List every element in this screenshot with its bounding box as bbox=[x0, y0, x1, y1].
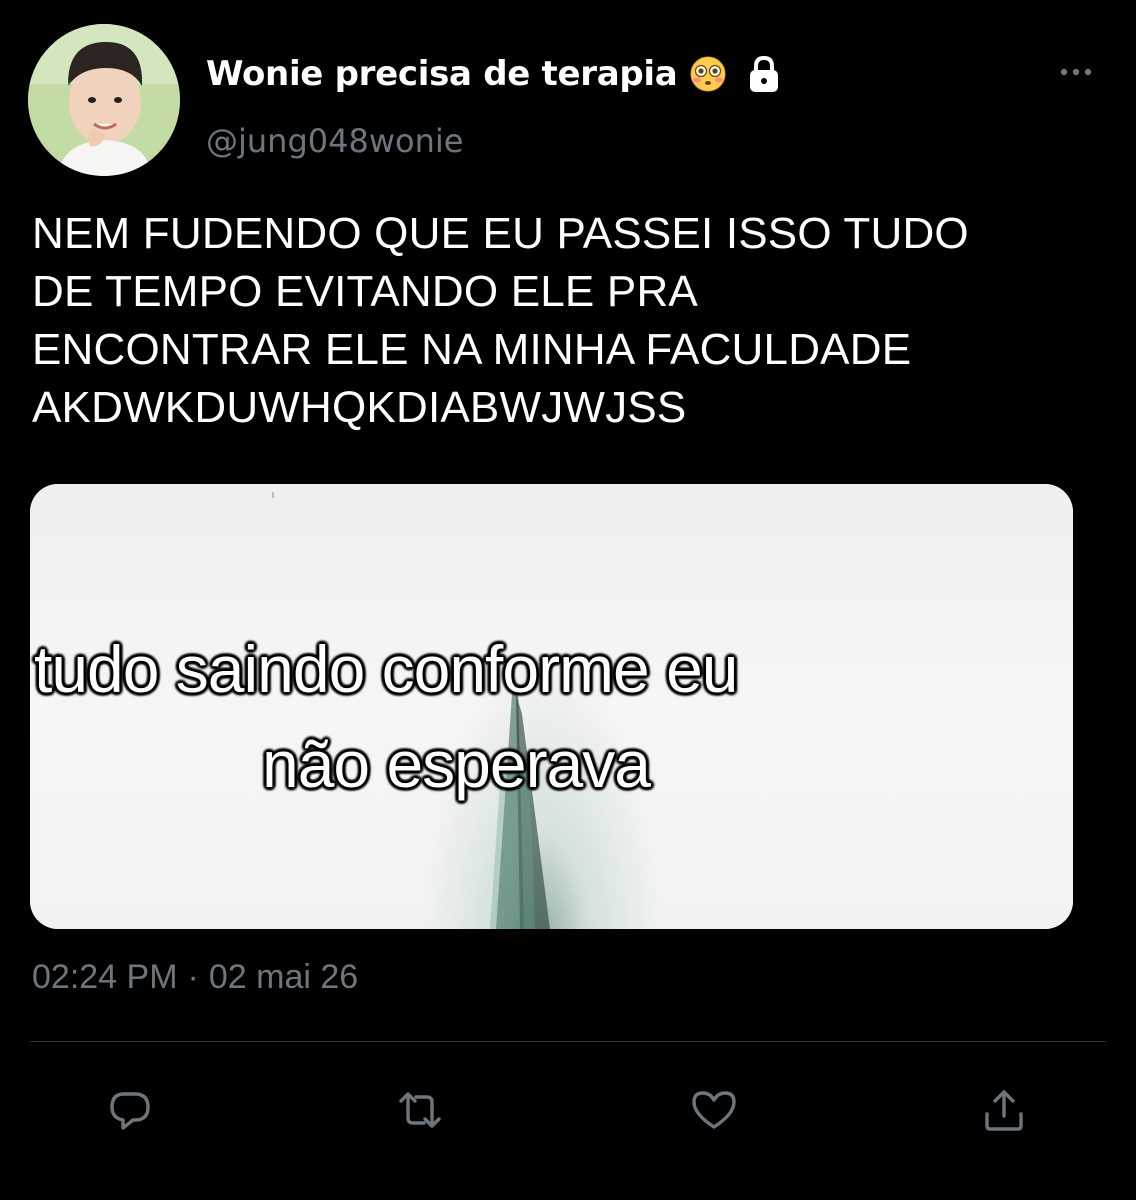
share-icon bbox=[985, 1090, 1023, 1131]
heart-icon bbox=[692, 1091, 736, 1129]
reply-button[interactable] bbox=[98, 1078, 162, 1142]
more-options-button[interactable] bbox=[1052, 56, 1100, 88]
retweet-icon bbox=[399, 1092, 441, 1128]
retweet-button[interactable] bbox=[388, 1078, 452, 1142]
meme-caption-line-1: tudo saindo conforme eu bbox=[34, 632, 738, 706]
display-name[interactable]: Wonie precisa de terapia bbox=[206, 54, 678, 94]
flushed-face-icon bbox=[689, 55, 727, 93]
username[interactable]: @jung048wonie bbox=[206, 122, 463, 160]
avatar-photo bbox=[28, 24, 180, 176]
author-name-row[interactable]: Wonie precisa de terapia bbox=[206, 50, 783, 98]
tweet-timestamp[interactable]: 02:24 PM · 02 mai 26 bbox=[32, 958, 358, 997]
lock-icon bbox=[745, 54, 783, 94]
meme-caption-line-2: não esperava bbox=[262, 727, 651, 801]
tweet-detail: Wonie precisa de terapia @jung048wonie N… bbox=[0, 0, 1136, 1200]
tweet-time: 02:24 PM bbox=[32, 958, 178, 996]
tweet-text: NEM FUDENDO QUE EU PASSEI ISSO TUDO DE T… bbox=[32, 209, 969, 432]
meta-separator: · bbox=[187, 958, 199, 996]
more-dots-icon bbox=[1060, 68, 1092, 76]
share-button[interactable] bbox=[972, 1078, 1036, 1142]
like-button[interactable] bbox=[682, 1078, 746, 1142]
reply-icon bbox=[110, 1092, 150, 1130]
avatar[interactable] bbox=[28, 24, 180, 176]
divider bbox=[30, 1041, 1106, 1042]
action-bar bbox=[0, 1078, 1136, 1148]
tweet-media[interactable]: tudo saindo conforme eu não esperava bbox=[30, 484, 1073, 929]
tweet-date: 02 mai 26 bbox=[208, 958, 359, 996]
